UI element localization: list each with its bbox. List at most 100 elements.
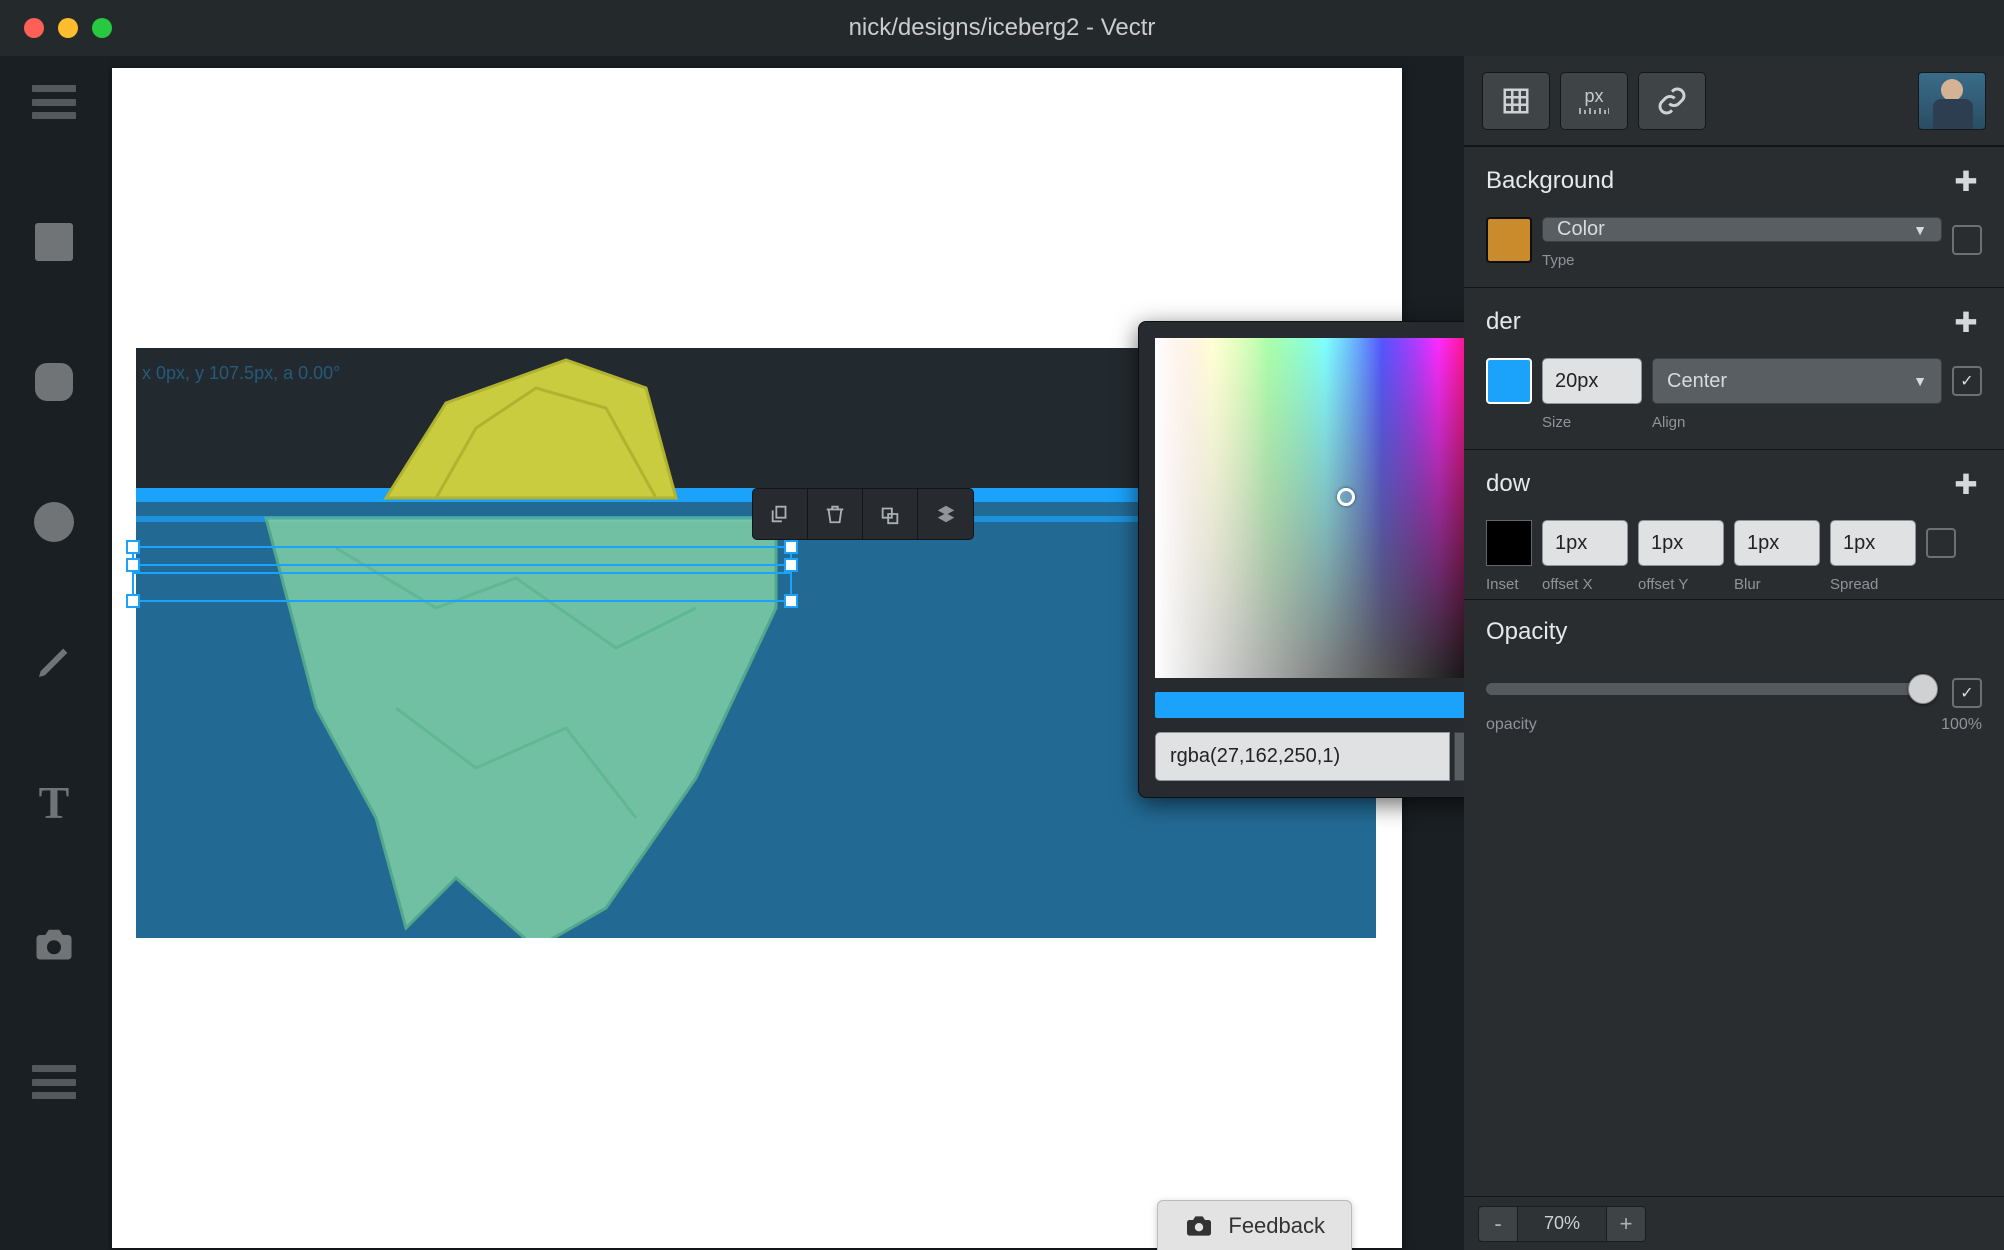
background-visible-checkbox[interactable] bbox=[1952, 225, 1982, 255]
rounded-rectangle-tool[interactable] bbox=[24, 352, 84, 412]
resize-handle[interactable] bbox=[126, 558, 140, 572]
layers-button[interactable] bbox=[24, 1052, 84, 1112]
border-color-swatch[interactable] bbox=[1486, 358, 1532, 404]
color-value-input[interactable] bbox=[1155, 732, 1450, 781]
inspector-top-bar: px bbox=[1464, 56, 2004, 146]
field-label: offset Y bbox=[1638, 576, 1724, 593]
background-type-dropdown[interactable]: Color ▼ bbox=[1542, 217, 1942, 242]
saturation-value-area[interactable] bbox=[1155, 338, 1464, 678]
shadow-section: dow ✚ Inset 1px offset X 1px offset Y bbox=[1464, 449, 2004, 599]
camera-icon bbox=[33, 924, 75, 960]
delete-button[interactable] bbox=[808, 489, 863, 539]
field-label: offset X bbox=[1542, 576, 1628, 593]
shadow-offsety-input[interactable]: 1px bbox=[1638, 520, 1724, 566]
ruler-icon bbox=[1579, 107, 1609, 115]
color-format-dropdown[interactable]: ▼ bbox=[1454, 732, 1464, 781]
canvas-area[interactable]: x 0px, y 107.5px, a 0.00° bbox=[108, 56, 1464, 1250]
border-size-input[interactable]: 20px bbox=[1542, 358, 1642, 404]
opacity-slider[interactable] bbox=[1486, 683, 1936, 695]
shadow-visible-checkbox[interactable] bbox=[1926, 528, 1956, 558]
zoom-value[interactable]: 70% bbox=[1518, 1206, 1606, 1242]
zoom-controls: - 70% + bbox=[1464, 1196, 2004, 1250]
selection-outline-secondary[interactable] bbox=[132, 572, 792, 602]
border-section: der ✚ 20px Size Center ▼ bbox=[1464, 287, 2004, 449]
hue-slider[interactable] bbox=[1155, 692, 1464, 718]
pencil-tool[interactable] bbox=[24, 632, 84, 692]
field-label: Type bbox=[1542, 252, 1942, 269]
add-background-button[interactable]: ✚ bbox=[1950, 165, 1982, 197]
opacity-section: Opacity ✓ opacity 100% bbox=[1464, 599, 2004, 752]
field-label: Size bbox=[1542, 414, 1642, 431]
window-controls bbox=[24, 18, 112, 38]
coordinates-label: x 0px, y 107.5px, a 0.00° bbox=[142, 363, 340, 384]
section-title: Background bbox=[1486, 167, 1614, 195]
feedback-label: Feedback bbox=[1228, 1213, 1325, 1239]
close-window-button[interactable] bbox=[24, 18, 44, 38]
shadow-spread-input[interactable]: 1px bbox=[1830, 520, 1916, 566]
resize-handle[interactable] bbox=[784, 558, 798, 572]
units-label: px bbox=[1584, 86, 1603, 107]
grid-toggle-button[interactable] bbox=[1482, 72, 1550, 130]
menu-button[interactable] bbox=[24, 72, 84, 132]
image-tool[interactable] bbox=[24, 912, 84, 972]
dropdown-value: Center bbox=[1667, 370, 1727, 393]
background-color-swatch[interactable] bbox=[1486, 217, 1532, 263]
resize-handle[interactable] bbox=[784, 540, 798, 554]
list-icon bbox=[32, 1065, 76, 1099]
units-button[interactable]: px bbox=[1560, 72, 1628, 130]
maximize-window-button[interactable] bbox=[92, 18, 112, 38]
feedback-button[interactable]: Feedback bbox=[1157, 1200, 1352, 1250]
shadow-color-swatch[interactable] bbox=[1486, 520, 1532, 566]
user-avatar[interactable] bbox=[1918, 72, 1986, 130]
grid-icon bbox=[1501, 86, 1531, 116]
stack-icon bbox=[878, 503, 902, 525]
rounded-square-icon bbox=[35, 363, 73, 401]
text-tool[interactable]: T bbox=[24, 772, 84, 832]
add-border-button[interactable]: ✚ bbox=[1950, 306, 1982, 338]
minimize-window-button[interactable] bbox=[58, 18, 78, 38]
title-bar: nick/designs/iceberg2 - Vectr bbox=[0, 0, 2004, 56]
ellipse-tool[interactable] bbox=[24, 492, 84, 552]
opacity-visible-checkbox[interactable]: ✓ bbox=[1952, 678, 1982, 708]
border-align-dropdown[interactable]: Center ▼ bbox=[1652, 358, 1942, 404]
opacity-value: 100% bbox=[1941, 716, 1982, 734]
opacity-label: opacity bbox=[1486, 716, 1537, 734]
field-label: Inset bbox=[1486, 576, 1532, 593]
dropdown-value: Color bbox=[1557, 218, 1605, 241]
layers-order-button[interactable] bbox=[918, 489, 973, 539]
circle-icon bbox=[34, 502, 74, 542]
field-label: Spread bbox=[1830, 576, 1916, 593]
camera-icon bbox=[1184, 1214, 1214, 1238]
window-title: nick/designs/iceberg2 - Vectr bbox=[849, 14, 1156, 42]
rectangle-tool[interactable] bbox=[24, 212, 84, 272]
zoom-out-button[interactable]: - bbox=[1478, 1206, 1518, 1242]
add-shadow-button[interactable]: ✚ bbox=[1950, 468, 1982, 500]
share-link-button[interactable] bbox=[1638, 72, 1706, 130]
resize-handle[interactable] bbox=[126, 594, 140, 608]
square-icon bbox=[35, 223, 73, 261]
section-title-partial: dow bbox=[1486, 470, 1530, 498]
selection-outline[interactable] bbox=[132, 546, 792, 566]
copy-icon bbox=[769, 503, 791, 525]
slider-thumb[interactable] bbox=[1908, 674, 1938, 704]
field-label: Align bbox=[1652, 414, 1942, 431]
resize-handle[interactable] bbox=[126, 540, 140, 554]
chevron-down-icon: ▼ bbox=[1913, 373, 1927, 389]
field-label: Blur bbox=[1734, 576, 1820, 593]
zoom-in-button[interactable]: + bbox=[1606, 1206, 1646, 1242]
section-title: Opacity bbox=[1486, 618, 1567, 646]
inspector-panel: px Background ✚ bbox=[1464, 56, 2004, 1250]
copy-button[interactable] bbox=[753, 489, 808, 539]
hamburger-icon bbox=[32, 85, 76, 119]
duplicate-button[interactable] bbox=[863, 489, 918, 539]
trash-icon bbox=[824, 503, 846, 525]
shadow-blur-input[interactable]: 1px bbox=[1734, 520, 1820, 566]
left-toolbar: T bbox=[0, 56, 108, 1250]
border-visible-checkbox[interactable]: ✓ bbox=[1952, 366, 1982, 396]
section-title-partial: der bbox=[1486, 308, 1521, 336]
resize-handle[interactable] bbox=[784, 594, 798, 608]
shadow-offsetx-input[interactable]: 1px bbox=[1542, 520, 1628, 566]
background-section: Background ✚ Color ▼ Type bbox=[1464, 146, 2004, 287]
color-cursor[interactable] bbox=[1337, 488, 1355, 506]
text-icon: T bbox=[39, 776, 70, 829]
